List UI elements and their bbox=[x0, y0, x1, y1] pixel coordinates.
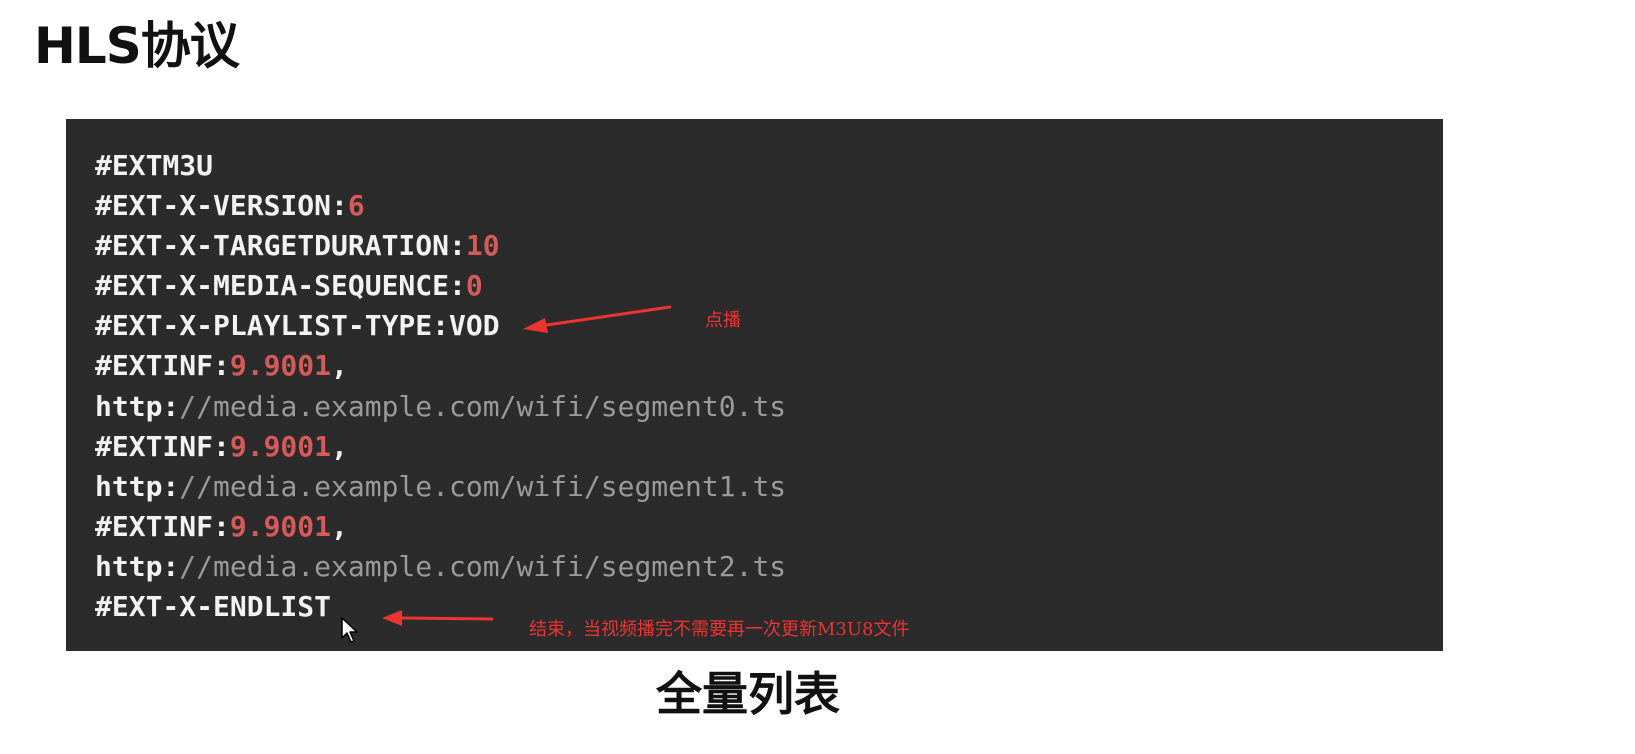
tag-value: 10 bbox=[465, 229, 500, 263]
tag-text: #EXT-X-MEDIA-SEQUENCE: bbox=[95, 269, 466, 303]
tag-value: 9.9001 bbox=[229, 429, 332, 463]
tag-text: #EXTINF: bbox=[95, 349, 230, 383]
code-line-extinf: #EXTINF:9.9001, bbox=[95, 507, 786, 547]
tag-text: #EXTM3U bbox=[95, 149, 214, 182]
code-line-media-sequence: #EXT-X-MEDIA-SEQUENCE:0 bbox=[95, 266, 786, 306]
code-line-extinf: #EXTINF:9.9001, bbox=[95, 346, 786, 386]
tag-text: #EXT-X-TARGETDURATION: bbox=[95, 229, 466, 263]
code-line-segment-url: http://media.example.com/wifi/segment0.t… bbox=[95, 387, 786, 427]
endlist-annotation: 结束，当视频播完不需要再一次更新M3U8文件 bbox=[529, 619, 910, 640]
tag-value: 0 bbox=[465, 269, 483, 303]
code-line-version: #EXT-X-VERSION:6 bbox=[95, 186, 786, 226]
mouse-pointer-icon bbox=[341, 617, 358, 643]
url-scheme: http: bbox=[95, 469, 180, 503]
url-scheme: http: bbox=[95, 549, 180, 583]
tag-suffix: , bbox=[331, 429, 348, 463]
code-line-targetduration: #EXT-X-TARGETDURATION:10 bbox=[95, 226, 786, 266]
code-line-segment-url: http://media.example.com/wifi/segment1.t… bbox=[95, 467, 786, 507]
m3u8-code-block: #EXTM3U #EXT-X-VERSION:6 #EXT-X-TARGETDURA… bbox=[95, 146, 786, 627]
tag-value: 6 bbox=[347, 189, 365, 223]
url-path: //media.example.com/wifi/segment0.ts bbox=[179, 389, 787, 423]
url-path: //media.example.com/wifi/segment1.ts bbox=[179, 469, 787, 503]
code-line-playlist-type: #EXT-X-PLAYLIST-TYPE:VOD bbox=[95, 306, 786, 346]
url-path: //media.example.com/wifi/segment2.ts bbox=[179, 549, 787, 583]
tag-value: 9.9001 bbox=[229, 509, 332, 543]
vod-annotation: 点播 bbox=[705, 310, 741, 331]
tag-suffix: , bbox=[331, 349, 348, 383]
tag-text: #EXT-X-ENDLIST bbox=[95, 590, 332, 624]
tag-suffix: , bbox=[331, 509, 348, 543]
tag-text: #EXTINF: bbox=[95, 429, 230, 463]
url-scheme: http: bbox=[95, 389, 180, 423]
code-line-segment-url: http://media.example.com/wifi/segment2.t… bbox=[95, 547, 786, 587]
code-line-extinf: #EXTINF:9.9001, bbox=[95, 427, 786, 467]
tag-text: #EXT-X-PLAYLIST-TYPE:VOD bbox=[95, 309, 500, 343]
code-line-extm3u: #EXTM3U bbox=[95, 146, 786, 186]
tag-text: #EXT-X-VERSION: bbox=[95, 189, 348, 223]
page-title: HLS协议 bbox=[34, 17, 240, 75]
section-subtitle: 全量列表 bbox=[656, 667, 840, 721]
tag-text: #EXTINF: bbox=[95, 509, 230, 543]
tag-value: 9.9001 bbox=[229, 349, 332, 383]
